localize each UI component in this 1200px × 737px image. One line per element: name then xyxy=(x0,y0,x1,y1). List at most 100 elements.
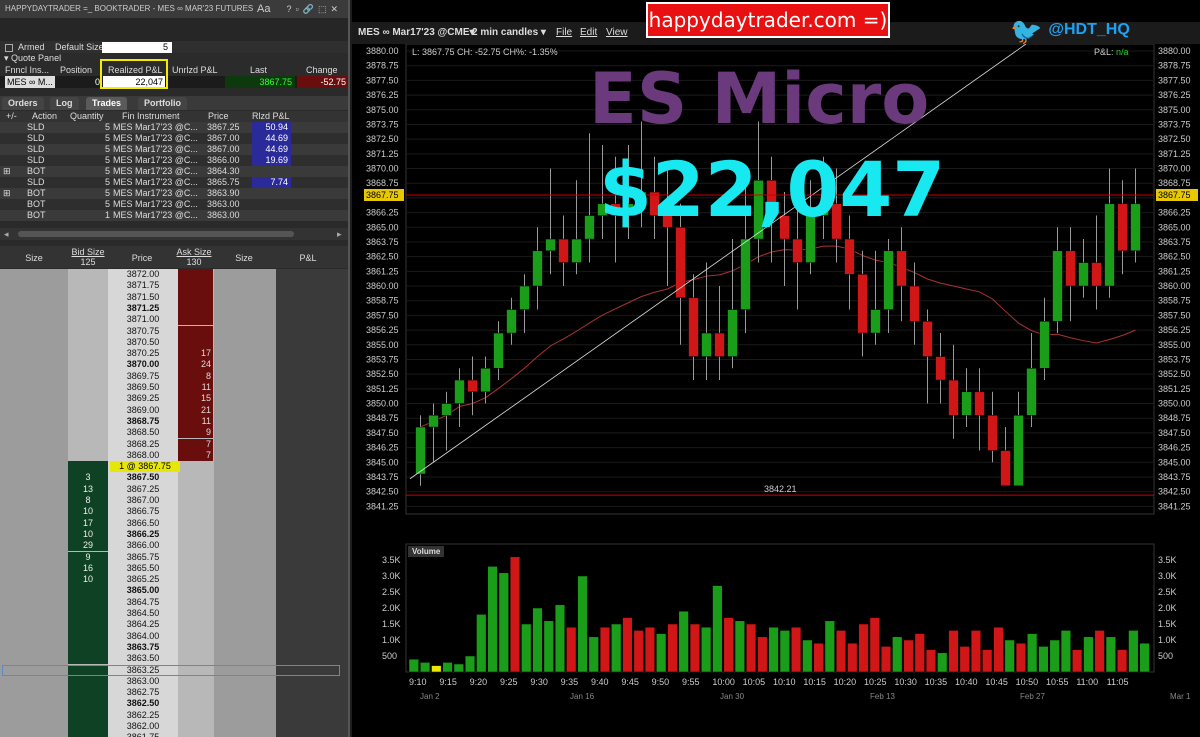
ladder-row[interactable]: 3861.75 xyxy=(0,732,348,737)
window-controls[interactable]: ?▫🔗⬚✕ xyxy=(287,0,342,18)
ask-size[interactable]: 21 xyxy=(178,404,213,416)
bid-size[interactable]: 10 xyxy=(68,506,108,518)
ladder-row[interactable]: 3872.00 xyxy=(0,269,348,281)
ask-size[interactable] xyxy=(178,325,213,337)
trade-row[interactable]: BOT 1 MES Mar17'23 @C... 3863.00 xyxy=(0,210,348,221)
ask-size[interactable]: 9 xyxy=(178,427,213,439)
ladder-row[interactable]: 3870.75 xyxy=(0,325,348,337)
trades-scrollbar[interactable]: ◂ ▸ xyxy=(0,228,348,240)
bid-size[interactable] xyxy=(68,653,108,665)
ladder-row[interactable]: 3864.75 xyxy=(0,596,348,608)
ladder-row[interactable]: 3870.50 xyxy=(0,336,348,349)
ask-size[interactable]: 11 xyxy=(178,382,213,394)
ladder-row[interactable]: 3866.25 10 xyxy=(0,528,348,541)
bid-size[interactable]: 8 xyxy=(68,495,108,507)
bid-size[interactable]: 17 xyxy=(68,517,108,529)
bid-size[interactable]: 10 xyxy=(68,574,108,586)
trade-row[interactable]: SLD 5 MES Mar17'23 @C... 3867.00 44.69 xyxy=(0,133,348,144)
ladder-row[interactable]: 3869.75 8 xyxy=(0,370,348,382)
ladder-row[interactable]: 3865.00 xyxy=(0,585,348,597)
ladder-row[interactable]: 3869.50 11 xyxy=(0,382,348,394)
bid-size[interactable] xyxy=(68,687,108,699)
bid-size[interactable]: 9 xyxy=(68,551,108,563)
tab-trades[interactable]: Trades xyxy=(86,97,128,110)
ask-size[interactable] xyxy=(178,302,213,315)
bid-size[interactable] xyxy=(68,585,108,597)
ladder-row[interactable]: 3871.25 xyxy=(0,302,348,315)
trade-row[interactable]: ⊞ BOT 5 MES Mar17'23 @C... 3863.90 xyxy=(0,188,348,199)
ladder-row[interactable]: 3870.00 24 xyxy=(0,359,348,371)
ask-size[interactable] xyxy=(178,291,213,303)
bid-size[interactable] xyxy=(68,709,108,721)
ladder-row[interactable]: 3865.75 9 xyxy=(0,551,348,563)
bid-size[interactable] xyxy=(68,721,108,733)
ladder-row[interactable]: 3866.75 10 xyxy=(0,506,348,518)
ask-size[interactable]: 8 xyxy=(178,370,213,382)
ladder-row[interactable]: 3868.25 7 xyxy=(0,438,348,450)
trade-row[interactable]: BOT 5 MES Mar17'23 @C... 3863.00 xyxy=(0,199,348,210)
font-size-button[interactable]: Aa xyxy=(257,0,270,18)
trade-row[interactable]: ⊞ BOT 5 MES Mar17'23 @C... 3864.30 xyxy=(0,166,348,177)
bid-size[interactable]: 13 xyxy=(68,483,108,495)
ladder-row[interactable]: 3865.25 10 xyxy=(0,574,348,586)
ladder-row[interactable]: 3867.50 3 xyxy=(0,472,348,484)
tab-log[interactable]: Log xyxy=(50,97,79,110)
quote-row[interactable]: MES ∞ M... 0 22,047 3867.75 -52.75 xyxy=(0,76,348,88)
bid-size[interactable] xyxy=(68,641,108,654)
quote-panel-toggle[interactable]: ▾ Quote Panel xyxy=(0,53,348,64)
bid-size[interactable]: 16 xyxy=(68,562,108,575)
ladder-row[interactable]: 3864.50 xyxy=(0,608,348,620)
ladder-row[interactable]: 3863.00 xyxy=(0,675,348,688)
ladder-row[interactable]: 3862.25 xyxy=(0,709,348,721)
ask-size[interactable]: 7 xyxy=(178,438,213,450)
ladder-row[interactable]: 3863.75 xyxy=(0,641,348,654)
ladder-row[interactable]: 3871.50 xyxy=(0,291,348,303)
ladder-row[interactable]: 3867.25 13 xyxy=(0,483,348,495)
bid-size[interactable]: 3 xyxy=(68,472,108,484)
armed-checkbox[interactable] xyxy=(5,43,13,52)
bid-size[interactable] xyxy=(68,732,108,737)
chart-interval[interactable]: 2 min candles ▾ xyxy=(472,22,546,44)
bid-size[interactable] xyxy=(68,608,108,620)
bid-size[interactable]: 29 xyxy=(68,540,108,552)
ladder-row[interactable]: 3862.75 xyxy=(0,687,348,699)
ask-size[interactable] xyxy=(178,280,213,292)
ask-size[interactable]: 15 xyxy=(178,393,213,405)
ladder-row[interactable]: 3862.50 xyxy=(0,698,348,710)
ladder-row[interactable]: 3868.50 9 xyxy=(0,427,348,439)
ask-size[interactable]: 17 xyxy=(178,348,213,360)
ask-size[interactable]: 24 xyxy=(178,359,213,371)
menu-view[interactable]: View xyxy=(606,22,628,44)
ladder-row[interactable]: 3865.50 16 xyxy=(0,562,348,575)
bid-size[interactable] xyxy=(68,619,108,631)
bid-size[interactable]: 10 xyxy=(68,528,108,541)
tab-orders[interactable]: Orders xyxy=(2,97,44,110)
ladder-row[interactable]: 3867.00 8 xyxy=(0,495,348,507)
chart-symbol[interactable]: MES ∞ Mar17'23 @CME▾ xyxy=(358,22,475,44)
ask-size[interactable]: 11 xyxy=(178,415,213,428)
scroll-left-icon[interactable]: ◂ xyxy=(4,229,9,240)
ladder-row[interactable]: 3871.75 xyxy=(0,280,348,292)
ladder-row[interactable]: 3870.25 17 xyxy=(0,348,348,360)
bid-size[interactable] xyxy=(68,675,108,688)
default-size-input[interactable]: 5 xyxy=(102,42,172,53)
scroll-thumb[interactable] xyxy=(18,231,294,237)
ladder-row[interactable]: 3864.00 xyxy=(0,630,348,642)
tab-portfolio[interactable]: Portfolio xyxy=(138,97,187,110)
ask-size[interactable]: 7 xyxy=(178,449,213,462)
bid-size[interactable] xyxy=(68,698,108,710)
ask-size[interactable] xyxy=(178,314,213,326)
bid-size[interactable] xyxy=(68,630,108,642)
trade-row[interactable]: SLD 5 MES Mar17'23 @C... 3866.00 19.69 xyxy=(0,155,348,166)
menu-file[interactable]: File xyxy=(556,22,572,44)
ladder-row[interactable]: 3868.75 11 xyxy=(0,415,348,428)
trade-row[interactable]: SLD 5 MES Mar17'23 @C... 3867.25 50.94 xyxy=(0,122,348,133)
ladder-row[interactable]: 3868.00 7 xyxy=(0,449,348,462)
ladder-row[interactable]: 3863.50 xyxy=(0,653,348,665)
ask-size[interactable] xyxy=(178,336,213,349)
trade-row[interactable]: SLD 5 MES Mar17'23 @C... 3867.00 44.69 xyxy=(0,144,348,155)
ladder-row[interactable]: 3869.00 21 xyxy=(0,404,348,416)
menu-edit[interactable]: Edit xyxy=(580,22,597,44)
ladder-row[interactable]: 1 @ 3867.75 xyxy=(0,461,348,473)
ladder-row[interactable]: 3866.50 17 xyxy=(0,517,348,529)
